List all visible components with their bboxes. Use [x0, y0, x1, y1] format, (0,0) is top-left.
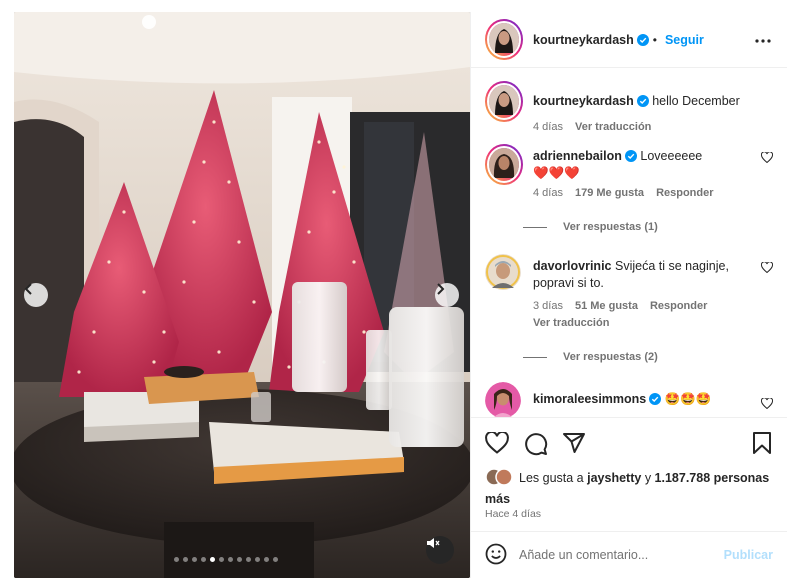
- comment-avatar[interactable]: [485, 382, 521, 417]
- avatar: [489, 85, 519, 115]
- carousel-next-button[interactable]: [435, 283, 459, 307]
- more-options-icon[interactable]: [755, 32, 771, 46]
- publish-button[interactable]: Publicar: [724, 548, 773, 562]
- comment-username[interactable]: kimoraleesimmons: [533, 392, 646, 406]
- heart-outline-icon[interactable]: [760, 261, 774, 276]
- comment-avatar[interactable]: [485, 144, 523, 185]
- carousel-dot: [273, 557, 278, 562]
- caption-avatar[interactable]: [485, 81, 523, 122]
- comment-text: 🤩🤩🤩: [664, 392, 712, 406]
- comment-bubble-icon[interactable]: [524, 432, 548, 459]
- mute-button[interactable]: [426, 536, 454, 564]
- verified-badge-icon: [636, 95, 649, 107]
- carousel-dot: [192, 557, 197, 562]
- comment-time[interactable]: 4 días: [533, 187, 563, 199]
- dot-separator: •: [652, 32, 657, 47]
- comment-username[interactable]: davorlovrinic: [533, 259, 612, 273]
- author-username[interactable]: kourtneykardash: [533, 33, 634, 47]
- likes-middle: y: [644, 471, 652, 485]
- comment-translate-link[interactable]: Ver traducción: [533, 317, 609, 329]
- bookmark-icon[interactable]: [752, 432, 772, 457]
- liker-username[interactable]: jayshetty: [587, 471, 641, 485]
- view-replies-label: Ver respuestas (2): [563, 351, 658, 363]
- post-panel: kourtneykardash • Seguir kourtneykardash h…: [470, 12, 787, 578]
- comment-avatar[interactable]: [485, 254, 521, 293]
- verified-badge-icon: [649, 393, 662, 405]
- reply-button[interactable]: Responder: [656, 187, 713, 199]
- author-avatar-ring[interactable]: [485, 19, 523, 60]
- caption-text: hello December: [652, 94, 740, 108]
- verified-badge-icon: [624, 150, 637, 162]
- likes-prefix: Les gusta a: [519, 471, 584, 485]
- carousel-dot: [201, 557, 206, 562]
- carousel-dot: [237, 557, 242, 562]
- avatar: [485, 254, 521, 290]
- like-heart-icon[interactable]: [485, 430, 509, 457]
- comment-time[interactable]: 3 días: [533, 300, 563, 312]
- caption-translate-link[interactable]: Ver traducción: [575, 121, 651, 133]
- carousel-dot: [264, 557, 269, 562]
- likes-summary: Les gusta a jayshetty y 1.187.788 person…: [485, 468, 780, 508]
- replies-line: [523, 226, 547, 228]
- carousel-dot: [246, 557, 251, 562]
- verified-badge-icon: [636, 33, 649, 46]
- post-time-ago[interactable]: Hace 4 días: [485, 508, 541, 520]
- emoji-smiley-icon[interactable]: [485, 543, 507, 568]
- heart-outline-icon[interactable]: [760, 151, 774, 166]
- carousel-prev-button[interactable]: [24, 283, 48, 307]
- carousel-dot: [210, 557, 215, 562]
- comment-input[interactable]: [519, 548, 724, 562]
- caption-time[interactable]: 4 días: [533, 121, 563, 133]
- reply-button[interactable]: Responder: [650, 300, 707, 312]
- comments-list[interactable]: kourtneykardash hello December 4 días Ver…: [471, 69, 787, 417]
- carousel-dot: [255, 557, 260, 562]
- avatar: [489, 148, 519, 178]
- post-media[interactable]: [14, 12, 470, 578]
- carousel-dot: [228, 557, 233, 562]
- follow-button[interactable]: Seguir: [665, 33, 704, 47]
- avatar: [489, 23, 519, 53]
- comment-likes[interactable]: 179 Me gusta: [575, 187, 644, 199]
- view-replies-label: Ver respuestas (1): [563, 221, 658, 233]
- comment-emojis: ❤️❤️❤️: [533, 166, 580, 180]
- carousel-dot: [183, 557, 188, 562]
- comment-text: Loveeeeee: [640, 149, 703, 163]
- replies-line: [523, 356, 547, 358]
- carousel-dots: [174, 557, 278, 562]
- view-replies-button[interactable]: Ver respuestas (2): [523, 351, 658, 363]
- carousel-dot: [219, 557, 224, 562]
- post-header: kourtneykardash • Seguir: [471, 12, 787, 68]
- comment-username[interactable]: adriennebailon: [533, 149, 622, 163]
- liker-avatars: [485, 468, 513, 491]
- avatar: [485, 382, 521, 417]
- view-replies-button[interactable]: Ver respuestas (1): [523, 221, 658, 233]
- post-photo: [14, 12, 470, 578]
- carousel-dot: [174, 557, 179, 562]
- add-comment-bar: Publicar: [471, 531, 787, 578]
- caption-username[interactable]: kourtneykardash: [533, 94, 634, 108]
- share-send-icon[interactable]: [562, 432, 586, 457]
- heart-outline-icon[interactable]: [760, 397, 774, 412]
- comment-likes[interactable]: 51 Me gusta: [575, 300, 638, 312]
